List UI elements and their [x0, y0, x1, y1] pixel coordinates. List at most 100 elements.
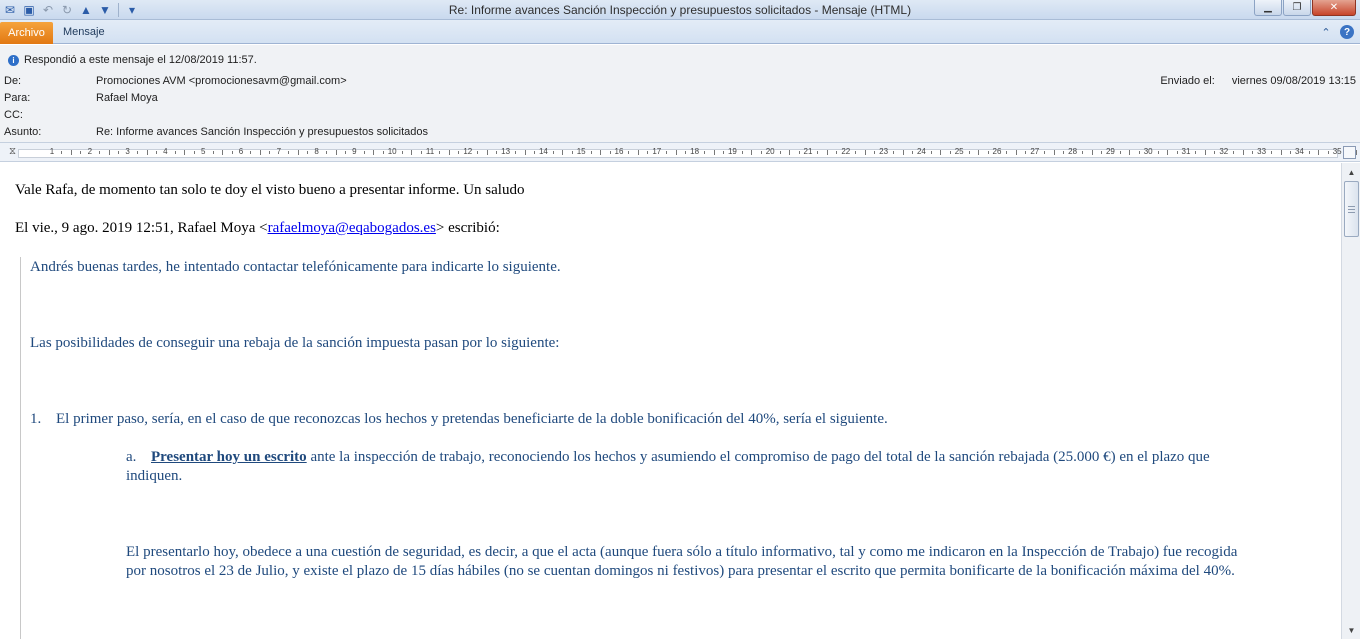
info-bar[interactable]: i Respondió a este mensaje el 12/08/2019… [8, 54, 257, 66]
scrollbar-thumb[interactable] [1344, 181, 1359, 237]
ruler-number: 29 [1105, 147, 1115, 156]
ruler-tick [1195, 151, 1197, 154]
ruler-toggle-button[interactable] [1343, 146, 1356, 159]
ruler-tick [1356, 150, 1358, 155]
ruler-tick [363, 151, 365, 154]
ruler-tick [477, 151, 479, 154]
ruler-tick [817, 151, 819, 154]
help-icon[interactable]: ? [1340, 25, 1354, 39]
ribbon-right-controls: ⌃ ? [1318, 24, 1354, 40]
ruler-tick [212, 151, 214, 154]
email-link[interactable]: rafaelmoya@eqabogados.es [268, 220, 436, 236]
subject-label: Asunto: [4, 126, 42, 138]
ruler-tick [1280, 150, 1282, 155]
ruler-tick [930, 151, 932, 154]
ruler-tick [259, 150, 261, 155]
ruler-tick [118, 151, 120, 154]
message-body[interactable]: Vale Rafa, de momento tan solo te doy el… [0, 163, 1341, 639]
ruler-tick [1318, 150, 1320, 155]
ruler-number: 34 [1294, 147, 1304, 156]
ruler-tick [1100, 151, 1102, 154]
ruler-tick [1063, 151, 1065, 154]
ruler-tick [1006, 151, 1008, 154]
ruler[interactable]: ⧖ 1 2 3 4 5 6 7 8 9 10 11 12 13 14 15 16 17 18 19 20 21 22 23 2… [0, 142, 1360, 162]
ruler-number: 32 [1219, 147, 1229, 156]
ruler-tick [1044, 151, 1046, 154]
maximize-button[interactable]: ❐ [1283, 0, 1311, 16]
ruler-number: 27 [1030, 147, 1040, 156]
ruler-tick [70, 150, 72, 155]
ruler-tick [1129, 150, 1131, 155]
ruler-tick [231, 151, 233, 154]
minimize-button[interactable]: ▁ [1254, 0, 1282, 16]
ruler-tick [515, 151, 517, 154]
ruler-number: 33 [1257, 147, 1267, 156]
ruler-tick [269, 151, 271, 154]
ruler-tick [940, 150, 942, 155]
ruler-tick [666, 151, 668, 154]
tab-file[interactable]: Archivo [0, 22, 53, 44]
ruler-tick [1176, 151, 1178, 154]
ruler-number: 10 [387, 147, 397, 156]
ruler-tick [1167, 150, 1169, 155]
ruler-tick [326, 151, 328, 154]
close-button[interactable]: ✕ [1312, 0, 1356, 16]
ruler-tick [562, 150, 564, 155]
message-header: i Respondió a este mensaje el 12/08/2019… [0, 45, 1360, 142]
ruler-tick [1204, 150, 1206, 155]
restore-icon: ❐ [1292, 2, 1302, 13]
ruler-number: 23 [879, 147, 889, 156]
to-value[interactable]: Rafael Moya [96, 92, 158, 104]
paragraph-2-line-2: por nosotros el 23 de Julio, y existe el… [126, 563, 1235, 579]
ruler-number: 24 [916, 147, 926, 156]
ruler-tick [874, 151, 876, 154]
ruler-tick [704, 151, 706, 154]
ruler-number: 7 [276, 147, 282, 156]
ruler-number: 31 [1181, 147, 1191, 156]
ruler-tick [978, 150, 980, 155]
quoted-paragraph-1: Andrés buenas tardes, he intentado conta… [30, 259, 561, 275]
minimize-ribbon-icon[interactable]: ⌃ [1318, 24, 1334, 40]
ruler-tick [1157, 151, 1159, 154]
ruler-tick [193, 151, 195, 154]
ruler-tick [826, 150, 828, 155]
list-item-1-number: 1. [30, 411, 42, 427]
ruler-tick [335, 150, 337, 155]
ruler-number: 16 [614, 147, 624, 156]
ruler-tick [864, 150, 866, 155]
attribution-suffix: > escribió: [435, 220, 500, 236]
ruler-tick [382, 151, 384, 154]
ruler-number: 4 [163, 147, 168, 156]
ruler-number: 15 [576, 147, 586, 156]
ruler-number: 14 [538, 147, 548, 156]
vertical-scrollbar[interactable]: ▲ ▼ [1341, 163, 1360, 639]
ruler-number: 1 [49, 147, 55, 156]
scroll-down-icon[interactable]: ▼ [1344, 623, 1359, 637]
ruler-tick [911, 151, 913, 154]
ruler-tick [108, 150, 110, 155]
scroll-up-icon[interactable]: ▲ [1344, 165, 1359, 179]
thumb-grip [1348, 212, 1355, 213]
ruler-tick [1271, 151, 1273, 154]
ruler-tick [401, 151, 403, 154]
ruler-number: 9 [352, 147, 357, 156]
indent-marker-icon[interactable]: ⧖ [9, 146, 16, 157]
tab-message[interactable]: Mensaje [63, 26, 105, 38]
ruler-tick [1053, 150, 1055, 155]
ruler-tick [722, 151, 724, 154]
ruler-number: 30 [1143, 147, 1153, 156]
ruler-tick [61, 151, 63, 154]
ruler-tick [893, 151, 895, 154]
ruler-tick [675, 150, 677, 155]
quote-bar [20, 257, 21, 639]
ruler-number: 20 [765, 147, 775, 156]
title-bar: ✉ ▣ ↶ ↻ ▲ ▼ ▾ Re: Informe avances Sanció… [0, 0, 1360, 20]
ruler-tick [713, 150, 715, 155]
ruler-tick [344, 151, 346, 154]
ruler-tick [600, 150, 602, 155]
ruler-tick [902, 150, 904, 155]
ruler-tick [420, 151, 422, 154]
ruler-tick [137, 151, 139, 154]
thumb-grip [1348, 209, 1355, 210]
from-value[interactable]: Promociones AVM <promocionesavm@gmail.co… [96, 75, 347, 87]
